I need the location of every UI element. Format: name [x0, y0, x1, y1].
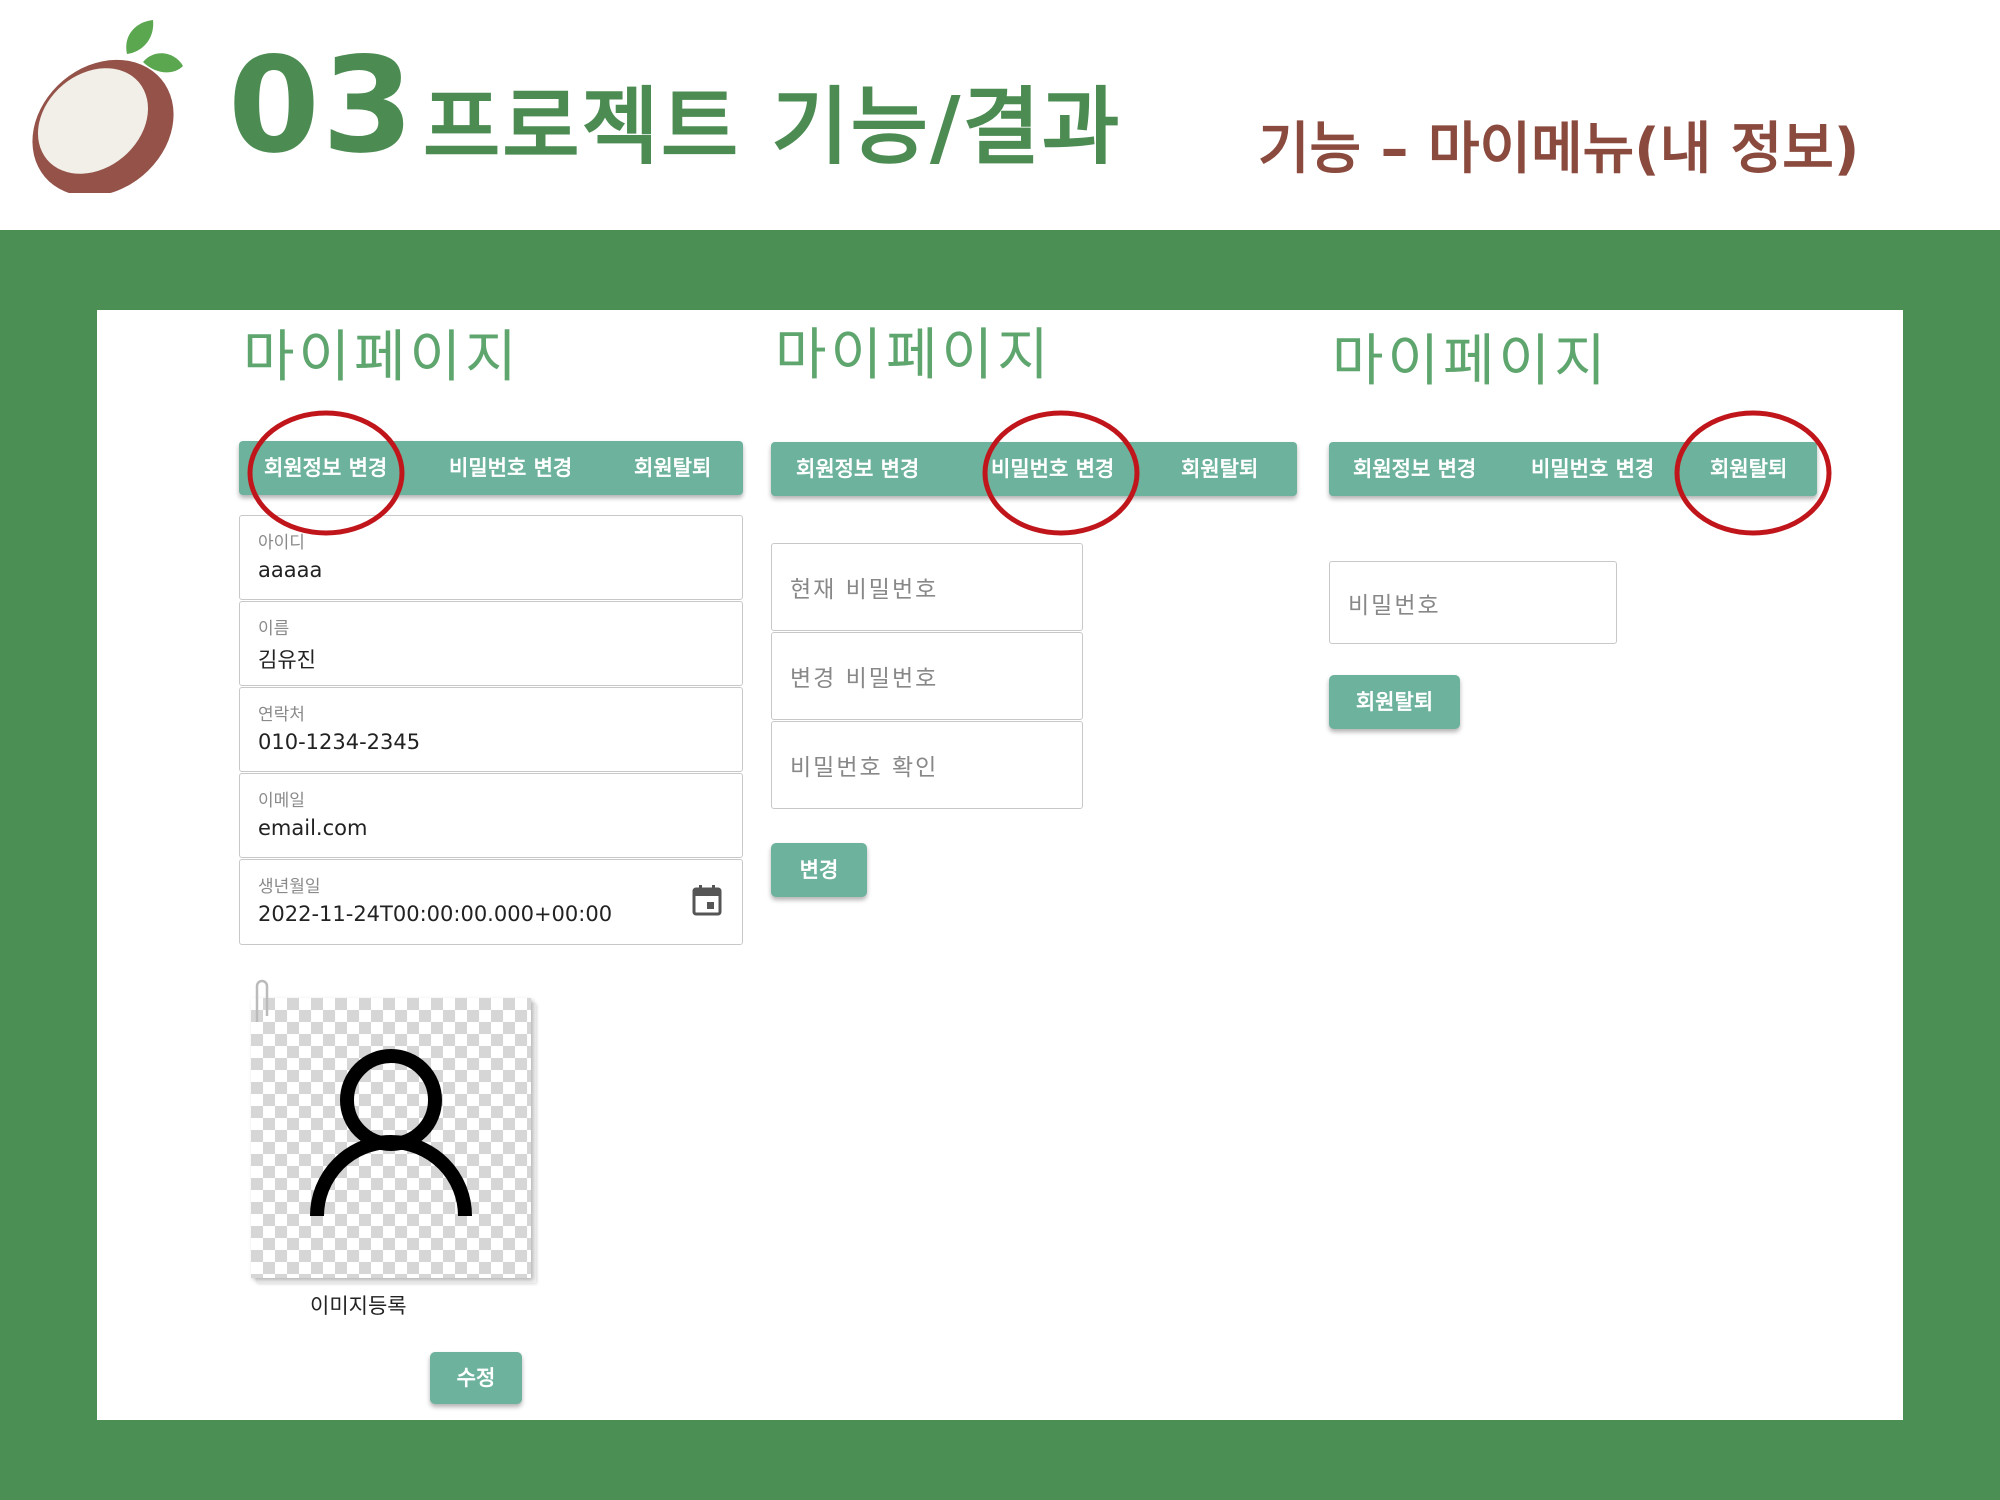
- mypage-heading: 마이페이지: [1332, 329, 1610, 394]
- confirm-password-input[interactable]: 비밀번호 확인: [771, 721, 1083, 809]
- field-value: 010-1234-2345: [258, 730, 421, 754]
- field-value: aaaaa: [258, 558, 323, 582]
- field-label: 이메일: [258, 791, 305, 811]
- highlight-ring-member-info: [247, 410, 405, 536]
- input-placeholder: 변경 비밀번호: [790, 666, 939, 692]
- field-value: email.com: [258, 816, 368, 840]
- birthdate-field[interactable]: 생년월일 2022-11-24T00:00:00.000+00:00: [239, 859, 743, 945]
- calendar-icon[interactable]: [692, 884, 722, 916]
- name-field[interactable]: 이름 김유진: [239, 601, 743, 686]
- field-label: 이름: [258, 619, 290, 639]
- section-number: 03: [228, 29, 416, 183]
- tab-member-info[interactable]: 회원정보 변경: [796, 442, 919, 496]
- change-password-button[interactable]: 변경: [771, 843, 867, 897]
- mypage-heading: 마이페이지: [243, 325, 521, 390]
- new-password-input[interactable]: 변경 비밀번호: [771, 632, 1083, 720]
- field-value: 김유진: [258, 648, 316, 672]
- image-upload-caption[interactable]: 이미지등록: [310, 1290, 407, 1320]
- coconut-logo-icon: [32, 20, 183, 193]
- tab-change-password[interactable]: 비밀번호 변경: [1531, 442, 1654, 496]
- input-placeholder: 비밀번호 확인: [790, 755, 939, 781]
- current-password-input[interactable]: 현재 비밀번호: [771, 543, 1083, 631]
- field-label: 생년월일: [258, 877, 321, 897]
- section-title: 프로젝트 기능/결과: [423, 78, 1122, 176]
- section-subtitle: 기능 – 마이메뉴(내 정보): [1258, 117, 1860, 182]
- highlight-ring-withdraw: [1674, 410, 1832, 536]
- mypage-heading: 마이페이지: [775, 323, 1053, 388]
- withdraw-button[interactable]: 회원탈퇴: [1329, 675, 1460, 729]
- input-placeholder: 현재 비밀번호: [790, 577, 939, 603]
- input-placeholder: 비밀번호: [1348, 592, 1441, 619]
- field-value: 2022-11-24T00:00:00.000+00:00: [258, 902, 613, 926]
- paperclip-icon: [255, 979, 269, 1022]
- phone-field[interactable]: 연락처 010-1234-2345: [239, 687, 743, 772]
- profile-image-upload[interactable]: [243, 979, 539, 1280]
- highlight-ring-change-password: [982, 410, 1140, 536]
- withdraw-password-input[interactable]: 비밀번호: [1329, 561, 1617, 644]
- field-label: 연락처: [258, 705, 305, 725]
- slide-header: 03 프로젝트 기능/결과 기능 – 마이메뉴(내 정보): [0, 0, 2000, 230]
- tab-withdraw[interactable]: 회원탈퇴: [634, 441, 711, 495]
- email-field[interactable]: 이메일 email.com: [239, 773, 743, 858]
- tab-change-password[interactable]: 비밀번호 변경: [449, 441, 572, 495]
- tab-withdraw[interactable]: 회원탈퇴: [1181, 442, 1258, 496]
- user-avatar-icon: [310, 1049, 472, 1217]
- submit-edit-button[interactable]: 수정: [430, 1352, 522, 1404]
- tab-member-info[interactable]: 회원정보 변경: [1353, 442, 1476, 496]
